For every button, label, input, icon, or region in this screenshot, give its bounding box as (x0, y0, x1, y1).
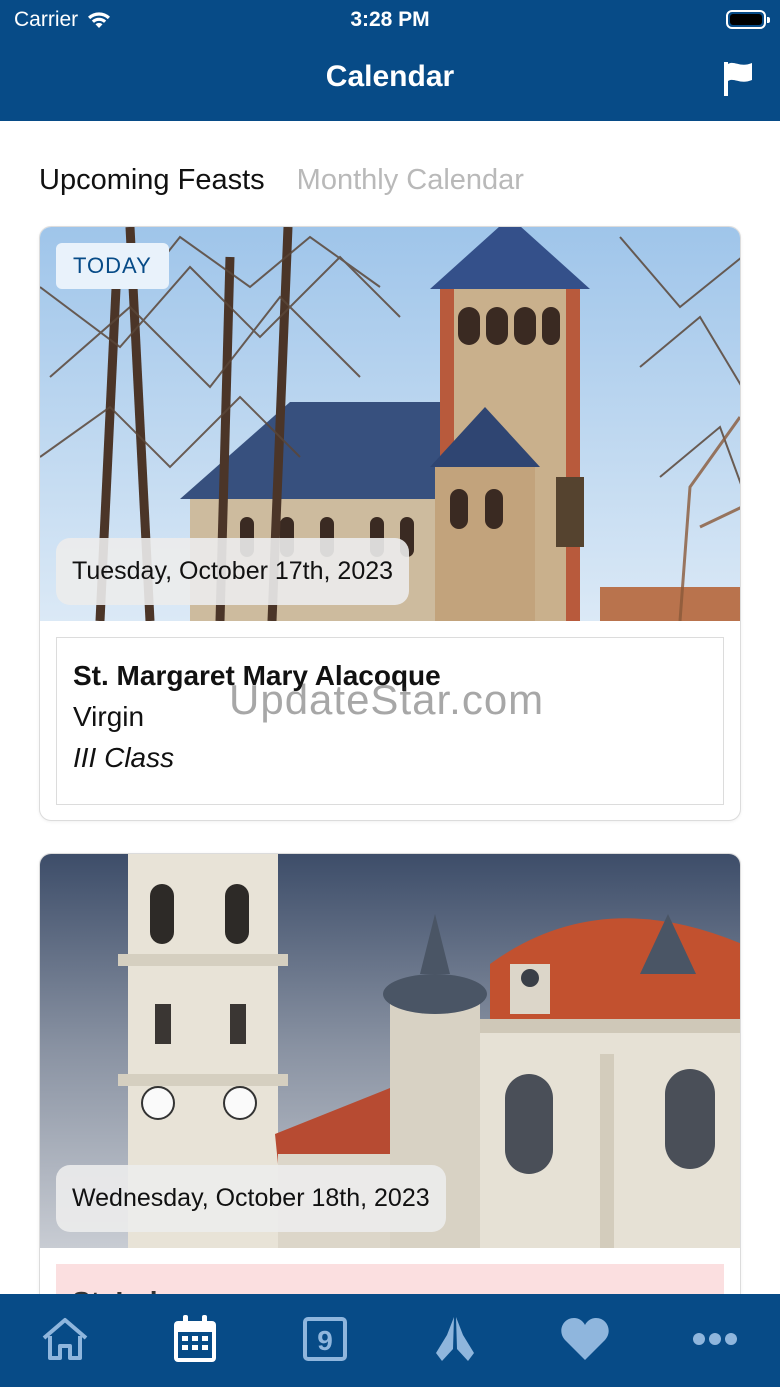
tab-bar: 9 (0, 1294, 780, 1387)
home-icon (42, 1318, 88, 1360)
tab-upcoming-feasts[interactable]: Upcoming Feasts (39, 164, 265, 197)
today-badge: TODAY (56, 243, 169, 289)
tab-favorites[interactable] (555, 1312, 615, 1366)
more-icon (693, 1333, 737, 1345)
church-photo: TODAY Tuesday, October 17th, 2023 (40, 227, 740, 621)
page-title: Calendar (325, 60, 455, 93)
feast-type: Virgin (73, 701, 145, 732)
feast-class: III Class (73, 742, 175, 773)
status-bar: Carrier 3:28 PM (0, 0, 780, 40)
praying-hands-icon (436, 1317, 474, 1361)
status-time: 3:28 PM (350, 8, 430, 31)
church-photo: Wednesday, October 18th, 2023 (40, 854, 740, 1248)
tab-more[interactable] (685, 1312, 745, 1366)
tab-prayers[interactable] (425, 1312, 485, 1366)
tab-calendar[interactable] (165, 1312, 225, 1366)
flag-button[interactable] (722, 60, 756, 98)
feast-info: St. Margaret Mary Alacoque Virgin III Cl… (56, 637, 724, 805)
tab-home[interactable] (35, 1312, 95, 1366)
feast-name: St. Margaret Mary Alacoque (73, 660, 441, 691)
heart-icon (561, 1318, 609, 1360)
battery-icon (726, 10, 770, 29)
svg-text:9: 9 (317, 1325, 333, 1356)
tab-novena[interactable]: 9 (295, 1312, 355, 1366)
calendar-icon (174, 1315, 216, 1362)
novena-nine-icon: 9 (303, 1317, 347, 1361)
flag-icon (724, 62, 752, 96)
feast-date: Wednesday, October 18th, 2023 (56, 1165, 446, 1232)
calendar-segments: Upcoming Feasts Monthly Calendar (39, 164, 524, 197)
feast-date: Tuesday, October 17th, 2023 (56, 538, 410, 605)
header-bar: Carrier 3:28 PM Calendar (0, 0, 780, 121)
feast-card[interactable]: TODAY Tuesday, October 17th, 2023 St. Ma… (39, 226, 741, 821)
feast-card[interactable]: Wednesday, October 18th, 2023 St. Luke (39, 853, 741, 1313)
tab-monthly-calendar[interactable]: Monthly Calendar (297, 164, 524, 197)
